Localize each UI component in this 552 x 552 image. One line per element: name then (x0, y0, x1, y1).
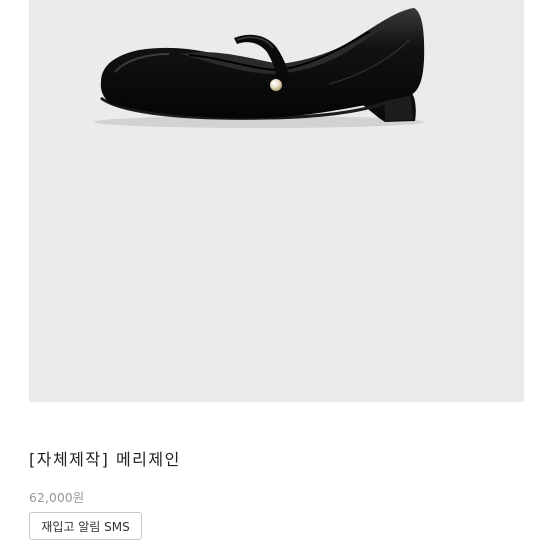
product-title: [자체제작] 메리제인 (29, 450, 181, 469)
restock-sms-alert-button[interactable]: 재입고 알림 SMS (29, 512, 142, 540)
product-image[interactable] (29, 0, 524, 402)
mary-jane-shoe-icon (94, 8, 425, 128)
product-price: 62,000원 (29, 490, 85, 505)
